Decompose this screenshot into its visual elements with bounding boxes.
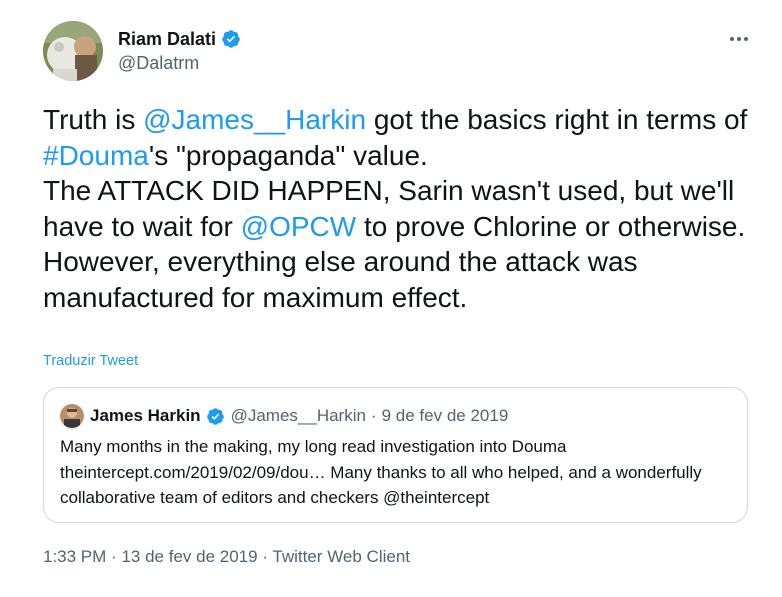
quoted-tweet-text: Many months in the making, my long read …: [60, 437, 702, 507]
mention-link-james-harkin[interactable]: @James__Harkin: [143, 104, 366, 135]
hashtag-link-douma[interactable]: #Douma: [43, 140, 149, 171]
quoted-tweet-card[interactable]: James Harkin @James__Harkin · 9 de fev d…: [43, 387, 748, 523]
verified-badge-icon: [222, 30, 240, 48]
more-options-button[interactable]: [722, 26, 756, 52]
tweet-client-link[interactable]: Twitter Web Client: [272, 547, 410, 566]
tweet-text: Truth is @James__Harkin got the basics r…: [43, 102, 773, 315]
tweet-text-segment: However, everything else around the atta…: [43, 246, 638, 313]
author-name-row[interactable]: Riam Dalati: [118, 29, 241, 49]
quoted-author-avatar: [60, 404, 84, 428]
quoted-tweet-header: James Harkin @James__Harkin · 9 de fev d…: [90, 406, 508, 426]
footer-separator: ·: [111, 547, 117, 566]
tweet-date[interactable]: 13 de fev de 2019: [121, 547, 257, 566]
author-handle[interactable]: @Dalatrm: [118, 53, 199, 73]
tweet-text-segment: Truth is: [43, 104, 144, 135]
author-avatar[interactable]: [43, 21, 103, 81]
quoted-tweet-date: 9 de fev de 2019: [381, 406, 509, 425]
quoted-author-handle: @James__Harkin: [230, 406, 366, 425]
tweet-text-segment: got the basics right in terms of: [366, 104, 748, 135]
quoted-author-name: James Harkin: [90, 406, 201, 425]
translate-tweet-link[interactable]: Traduzir Tweet: [43, 353, 138, 369]
tweet-text-segment: 's "propaganda" value.: [148, 139, 428, 171]
quoted-meta-separator: ·: [370, 406, 377, 425]
tweet-footer: 1:33 PM · 13 de fev de 2019 · Twitter We…: [43, 547, 410, 567]
author-name[interactable]: Riam Dalati: [118, 29, 216, 49]
verified-badge-icon: [206, 407, 224, 425]
tweet-time[interactable]: 1:33 PM: [43, 547, 106, 566]
more-horizontal-icon: [730, 37, 748, 41]
tweet-text-segment: to prove Chlorine or otherwise.: [356, 210, 746, 242]
mention-link-opcw[interactable]: @OPCW: [241, 211, 357, 242]
footer-separator: ·: [262, 547, 268, 566]
